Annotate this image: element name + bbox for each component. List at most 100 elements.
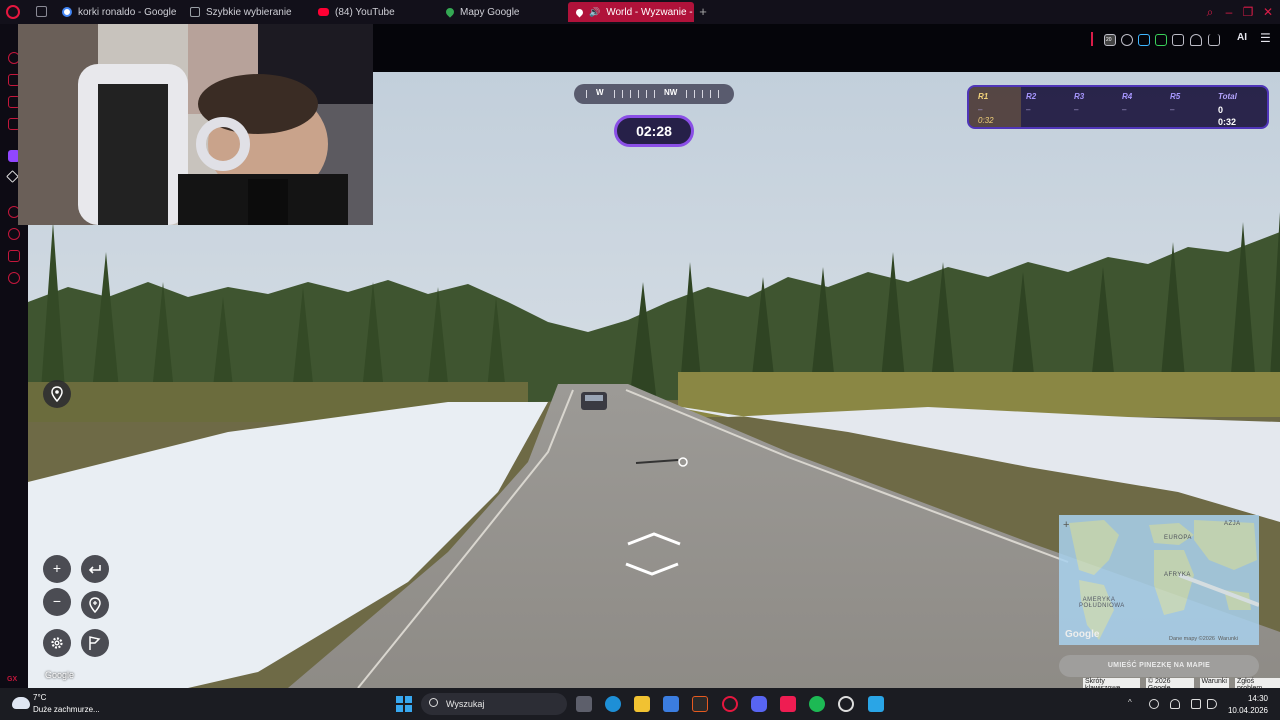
compass-tick bbox=[710, 90, 711, 98]
tab-label: (84) YouTube bbox=[335, 6, 395, 18]
round-points: – bbox=[978, 105, 983, 114]
report-flag-button[interactable] bbox=[81, 629, 109, 657]
tab-youtube[interactable]: (84) YouTube bbox=[310, 2, 440, 22]
new-tab-icon[interactable]: + bbox=[696, 5, 710, 19]
apps-grid-icon[interactable] bbox=[868, 696, 884, 712]
gx-icon[interactable]: GX bbox=[7, 676, 17, 683]
volume-icon[interactable] bbox=[1207, 699, 1217, 709]
location-pin-icon bbox=[51, 386, 63, 402]
clock-time[interactable]: 14:30 bbox=[1222, 694, 1268, 703]
minimize-icon[interactable]: – bbox=[1222, 5, 1236, 19]
guess-minimap[interactable]: + EUROPA AZJA AFRYKA AMERYKA POŁUDNIOWA … bbox=[1059, 515, 1259, 645]
report-problem-link[interactable]: Zgłoś problem bbox=[1234, 678, 1280, 692]
sidebar-x-icon[interactable] bbox=[6, 170, 19, 183]
score-round-5: R5 – bbox=[1170, 92, 1180, 114]
adblock-icon[interactable]: 20 bbox=[1104, 34, 1116, 46]
translate-icon[interactable] bbox=[1138, 34, 1150, 46]
vpn-icon[interactable] bbox=[1121, 34, 1133, 46]
score-round-4: R4 – bbox=[1122, 92, 1132, 114]
tab-google-maps[interactable]: Mapy Google bbox=[438, 2, 568, 22]
round-label: R4 bbox=[1122, 92, 1133, 101]
cloud-weather-icon[interactable] bbox=[12, 697, 30, 709]
menu-icon[interactable]: ☰ bbox=[1260, 31, 1271, 45]
google-icon bbox=[62, 7, 72, 17]
discord-icon[interactable] bbox=[751, 696, 767, 712]
return-to-start-button[interactable] bbox=[81, 591, 109, 619]
total-time: 0:32 bbox=[1218, 117, 1237, 127]
download-icon[interactable] bbox=[1208, 34, 1220, 46]
network-icon[interactable] bbox=[1191, 699, 1201, 709]
tab-google-search[interactable]: korki ronaldo - Google Sea bbox=[54, 2, 176, 22]
tray-overflow-icon[interactable]: ^ bbox=[1128, 699, 1138, 709]
tab-label: World - Wyzwanie - Ge bbox=[606, 6, 694, 18]
opera-gx-icon[interactable] bbox=[722, 696, 738, 712]
compass-bar: W NW bbox=[574, 84, 734, 104]
round-label: R2 bbox=[1026, 92, 1037, 101]
compass-tick bbox=[718, 90, 719, 98]
edge-icon[interactable] bbox=[605, 696, 621, 712]
sidebar-history-icon[interactable] bbox=[8, 228, 20, 240]
spotify-icon[interactable] bbox=[809, 696, 825, 712]
task-view-icon[interactable] bbox=[576, 696, 592, 712]
file-explorer-icon[interactable] bbox=[634, 696, 650, 712]
microphone-icon[interactable] bbox=[1170, 699, 1180, 709]
sublime-icon[interactable] bbox=[692, 696, 708, 712]
compass-tick bbox=[702, 90, 703, 98]
keyboard-shortcuts-link[interactable]: Skróty klawiszowe bbox=[1083, 678, 1140, 692]
toolbar-divider bbox=[1091, 32, 1093, 46]
compass-tick bbox=[614, 90, 615, 98]
extensions-icon[interactable] bbox=[1172, 34, 1184, 46]
round-label: R3 bbox=[1074, 92, 1085, 101]
tab-sidebar-toggle-icon[interactable] bbox=[36, 6, 47, 17]
score-round-1: R1 – 0:32 bbox=[978, 92, 994, 125]
undo-move-button[interactable] bbox=[81, 555, 109, 583]
search-tabs-icon[interactable]: ⌕ bbox=[1203, 5, 1217, 19]
round-points: – bbox=[1074, 105, 1079, 114]
round-points: – bbox=[1170, 105, 1175, 114]
compass-tick bbox=[638, 90, 639, 98]
speaker-icon: 🔊 bbox=[589, 6, 601, 17]
aria-ai-button[interactable]: AI bbox=[1237, 32, 1247, 43]
compass-tick bbox=[686, 90, 687, 98]
place-pin-button[interactable]: UMIEŚĆ PINEZKĘ NA MAPIE bbox=[1059, 655, 1259, 677]
speed-dial-icon bbox=[190, 7, 200, 17]
weather-temperature[interactable]: 7°C bbox=[33, 693, 46, 702]
sidebar-settings-icon[interactable] bbox=[8, 272, 20, 284]
weather-description[interactable]: Duże zachmurze... bbox=[33, 705, 100, 714]
zoom-out-button[interactable]: − bbox=[43, 588, 71, 616]
scoreboard: R1 – 0:32 R2 – R3 – R4 – R5 – Total 0 0:… bbox=[967, 85, 1269, 129]
sidebar-extensions-icon[interactable] bbox=[8, 250, 20, 262]
browser-tab-bar: korki ronaldo - Google Sea Szybkie wybie… bbox=[0, 0, 1280, 24]
set-checkpoint-button[interactable] bbox=[43, 380, 71, 408]
store-icon[interactable] bbox=[663, 696, 679, 712]
maximize-icon[interactable]: ❐ bbox=[1241, 5, 1255, 19]
compass-west: W bbox=[596, 88, 604, 97]
clock-date[interactable]: 10.04.2026 bbox=[1222, 706, 1268, 715]
webcam-overlay bbox=[18, 24, 373, 225]
map-label-europe: EUROPA bbox=[1164, 535, 1192, 541]
search-icon bbox=[429, 698, 438, 707]
zoom-in-button[interactable]: + bbox=[43, 555, 71, 583]
taskbar-search[interactable]: Wyszukaj bbox=[421, 693, 567, 715]
search-placeholder: Wyszukaj bbox=[446, 699, 485, 709]
extension-green-icon[interactable] bbox=[1155, 34, 1167, 46]
active-round-highlight bbox=[969, 87, 1021, 127]
tab-speed-dial[interactable]: Szybkie wybieranie bbox=[182, 2, 312, 22]
obs-icon[interactable] bbox=[838, 696, 854, 712]
map-zoom-icon[interactable]: + bbox=[1063, 519, 1069, 531]
total-points: 0 bbox=[1218, 105, 1224, 115]
round-points: – bbox=[1026, 105, 1031, 114]
round-label: R5 bbox=[1170, 92, 1181, 101]
account-icon[interactable] bbox=[1190, 34, 1202, 46]
windows-start-icon[interactable] bbox=[396, 696, 412, 712]
tab-geoguessr[interactable]: 🔊 World - Wyzwanie - Ge bbox=[568, 2, 694, 22]
undo-arrow-icon bbox=[88, 565, 101, 574]
opera-logo-icon[interactable] bbox=[6, 5, 20, 19]
settings-button[interactable] bbox=[43, 629, 71, 657]
map-terms-link[interactable]: Warunki bbox=[1218, 636, 1238, 642]
tray-sync-icon[interactable] bbox=[1149, 699, 1159, 709]
webcam-image bbox=[18, 24, 373, 225]
tiktok-icon[interactable] bbox=[780, 696, 796, 712]
terms-link[interactable]: Warunki bbox=[1199, 678, 1229, 688]
close-icon[interactable]: ✕ bbox=[1261, 5, 1275, 19]
